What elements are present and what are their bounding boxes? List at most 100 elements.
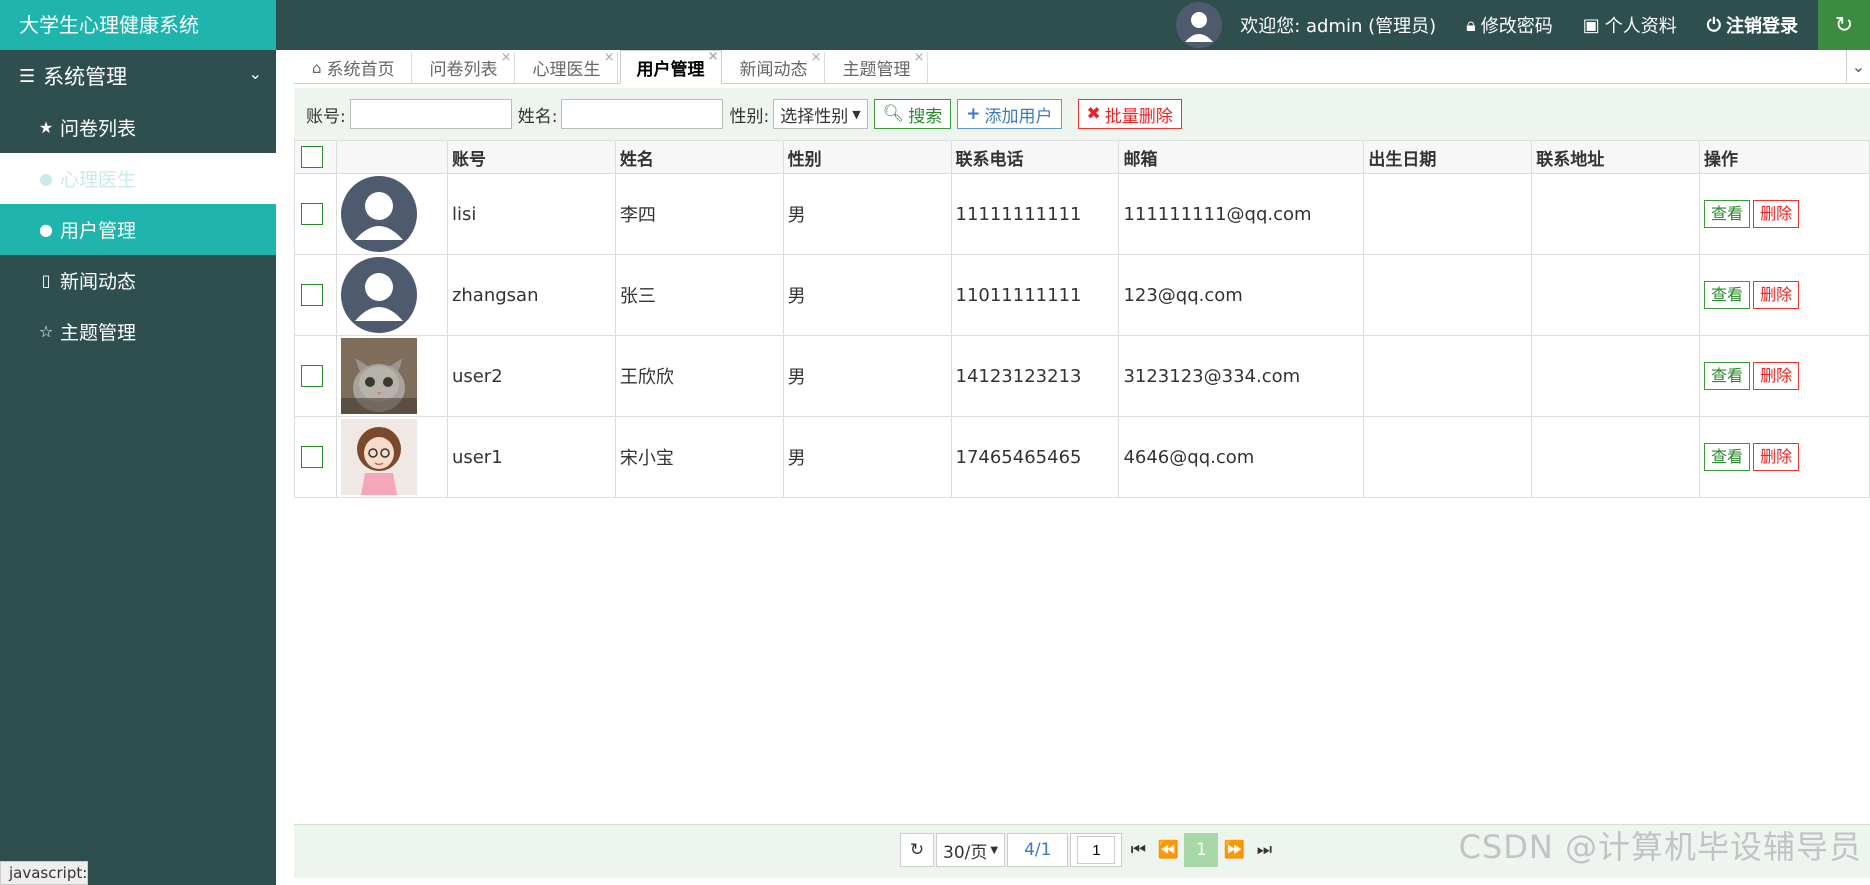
sidebar-item-users[interactable]: ● 用户管理 [0,204,276,255]
sidebar-item-news[interactable]: ▯ 新闻动态 [0,255,276,306]
app-title: 大学生心理健康系统 [0,0,276,50]
delete-button[interactable]: 删除 [1753,281,1800,309]
gender-cell: 男 [782,254,952,336]
welcome-text: 欢迎您: admin (管理员) [1240,16,1437,37]
name-input[interactable] [561,99,724,129]
row-checkbox[interactable] [301,446,323,468]
next-page-icon: ⏩ [1223,840,1245,860]
page-jump-input[interactable] [1077,836,1116,864]
tab-doctor[interactable]: 心理医生 × [516,50,618,83]
row-checkbox[interactable] [301,365,323,387]
column-header: 姓名 [614,140,784,174]
add-user-button[interactable]: + 添加用户 [957,99,1062,129]
batch-delete-button[interactable]: ✖ 批量删除 [1077,99,1182,129]
next-page-button[interactable]: ⏩ [1220,833,1248,867]
birth-cell [1363,416,1533,498]
row-checkbox[interactable] [301,284,323,306]
name-cell: 王欣欣 [614,335,784,417]
tab-users[interactable]: 用户管理 × [619,49,722,84]
lock-icon: 🔒︎ [1466,14,1476,36]
sidebar-item-label: 新闻动态 [60,271,137,293]
tab-label: 系统首页 [326,60,395,80]
sidebar-item-topics[interactable]: ☆ 主题管理 [0,306,276,357]
list-icon: ☰ [19,65,36,87]
cat-photo-image [340,338,417,414]
sidebar-item-label: 主题管理 [60,322,137,344]
name-cell: 李四 [614,173,784,255]
account-input[interactable] [349,99,512,129]
birth-cell [1363,173,1533,255]
name-cell: 宋小宝 [614,416,784,498]
email-cell: 4646@qq.com [1118,416,1365,498]
tabs-more-button[interactable]: ⌄ [1846,50,1870,82]
close-icon[interactable]: × [604,50,615,65]
status-bar: javascript: [0,861,88,885]
admin-avatar[interactable] [1176,2,1223,48]
logout-link[interactable]: ⏻ 注销登录 [1707,12,1798,38]
photo-header [335,140,448,174]
top-nav: 欢迎您: admin (管理员) 🔒︎ 修改密码 ▣ 个人资料 ⏻ 注销登录 [1176,0,1798,50]
close-icon[interactable]: × [501,50,512,65]
close-icon[interactable]: × [811,50,822,65]
first-page-button[interactable]: ⏮ [1124,833,1152,867]
plus-icon: + [966,104,981,124]
account-label: 账号: [306,106,346,127]
tab-topics[interactable]: 主题管理 × [826,50,928,83]
row-checkbox[interactable] [301,203,323,225]
search-button[interactable]: 🔍︎ 搜索 [873,99,952,129]
sidebar-group-system[interactable]: ☰ 系统管理 ⌄ [0,50,276,102]
select-all-checkbox[interactable] [301,146,323,168]
tab-home[interactable]: ⌂ 系统首页 [296,52,412,83]
phone-cell: 11111111111 [950,173,1120,255]
view-button[interactable]: 查看 [1704,281,1751,309]
delete-button[interactable]: 删除 [1753,200,1800,228]
change-password-link[interactable]: 🔒︎ 修改密码 [1466,12,1553,38]
delete-button[interactable]: 删除 [1753,362,1800,390]
column-header: 操作 [1699,140,1870,174]
close-icon[interactable]: × [914,50,925,65]
gender-select[interactable]: 选择性别 ▼ [773,99,868,129]
birth-cell [1363,335,1533,417]
column-header: 联系电话 [950,140,1120,174]
page-info-text: 4/1 [1024,840,1052,860]
prev-page-icon: ⏪ [1157,840,1179,860]
close-icon[interactable]: × [708,49,719,64]
row-checkbox-cell [294,254,337,336]
table-row: user1 宋小宝 男 17465465465 4646@qq.com 查看 删除 [294,416,1870,498]
phone-cell: 17465465465 [950,416,1120,498]
tab-news[interactable]: 新闻动态 × [723,50,825,83]
delete-button[interactable]: 删除 [1753,443,1800,471]
batch-delete-label: 批量删除 [1104,106,1173,127]
sidebar-item-doctor[interactable]: ● 心理医生 [0,153,276,204]
prev-page-button[interactable]: ⏪ [1154,833,1182,867]
account-cell: lisi [446,173,616,255]
sidebar-item-questionnaire[interactable]: ★ 问卷列表 [0,102,276,153]
view-button[interactable]: 查看 [1704,200,1751,228]
profile-link[interactable]: ▣ 个人资料 [1583,12,1677,38]
page-size-select[interactable]: 30/页 ▼ [936,833,1006,867]
last-page-button[interactable]: ⏭ [1250,833,1278,867]
gender-cell: 男 [782,416,952,498]
cartoon-girl-image [340,419,417,495]
row-checkbox-cell [294,335,337,417]
change-password-label: 修改密码 [1480,16,1553,37]
actions-cell: 查看 删除 [1699,335,1870,417]
view-button[interactable]: 查看 [1704,362,1751,390]
tab-bar: ⌂ 系统首页 问卷列表 × 心理医生 × 用户管理 × 新闻动态 × 主题管理 × [294,49,1870,84]
refresh-button[interactable]: ↻ [1818,0,1870,50]
photo-cell [335,416,448,498]
pagination-bar: ↻ 30/页▼ 4/1 ⏮ ⏪ 1 ⏩ ⏭ CSDN @计算机毕设辅导员 [294,824,1870,878]
account-cell: zhangsan [446,254,616,336]
photo-cell [335,335,448,417]
first-page-icon: ⏮ [1130,840,1147,860]
address-cell [1531,173,1701,255]
default-avatar-image [340,176,417,252]
tab-questionnaire[interactable]: 问卷列表 × [413,50,515,83]
account-cell: user1 [446,416,616,498]
current-page-button[interactable]: 1 [1184,833,1219,867]
sidebar-item-label: 问卷列表 [60,118,137,140]
email-cell: 3123123@334.com [1118,335,1365,417]
photo-cell [335,254,448,336]
view-button[interactable]: 查看 [1704,443,1751,471]
pager-refresh-button[interactable]: ↻ [900,833,934,867]
